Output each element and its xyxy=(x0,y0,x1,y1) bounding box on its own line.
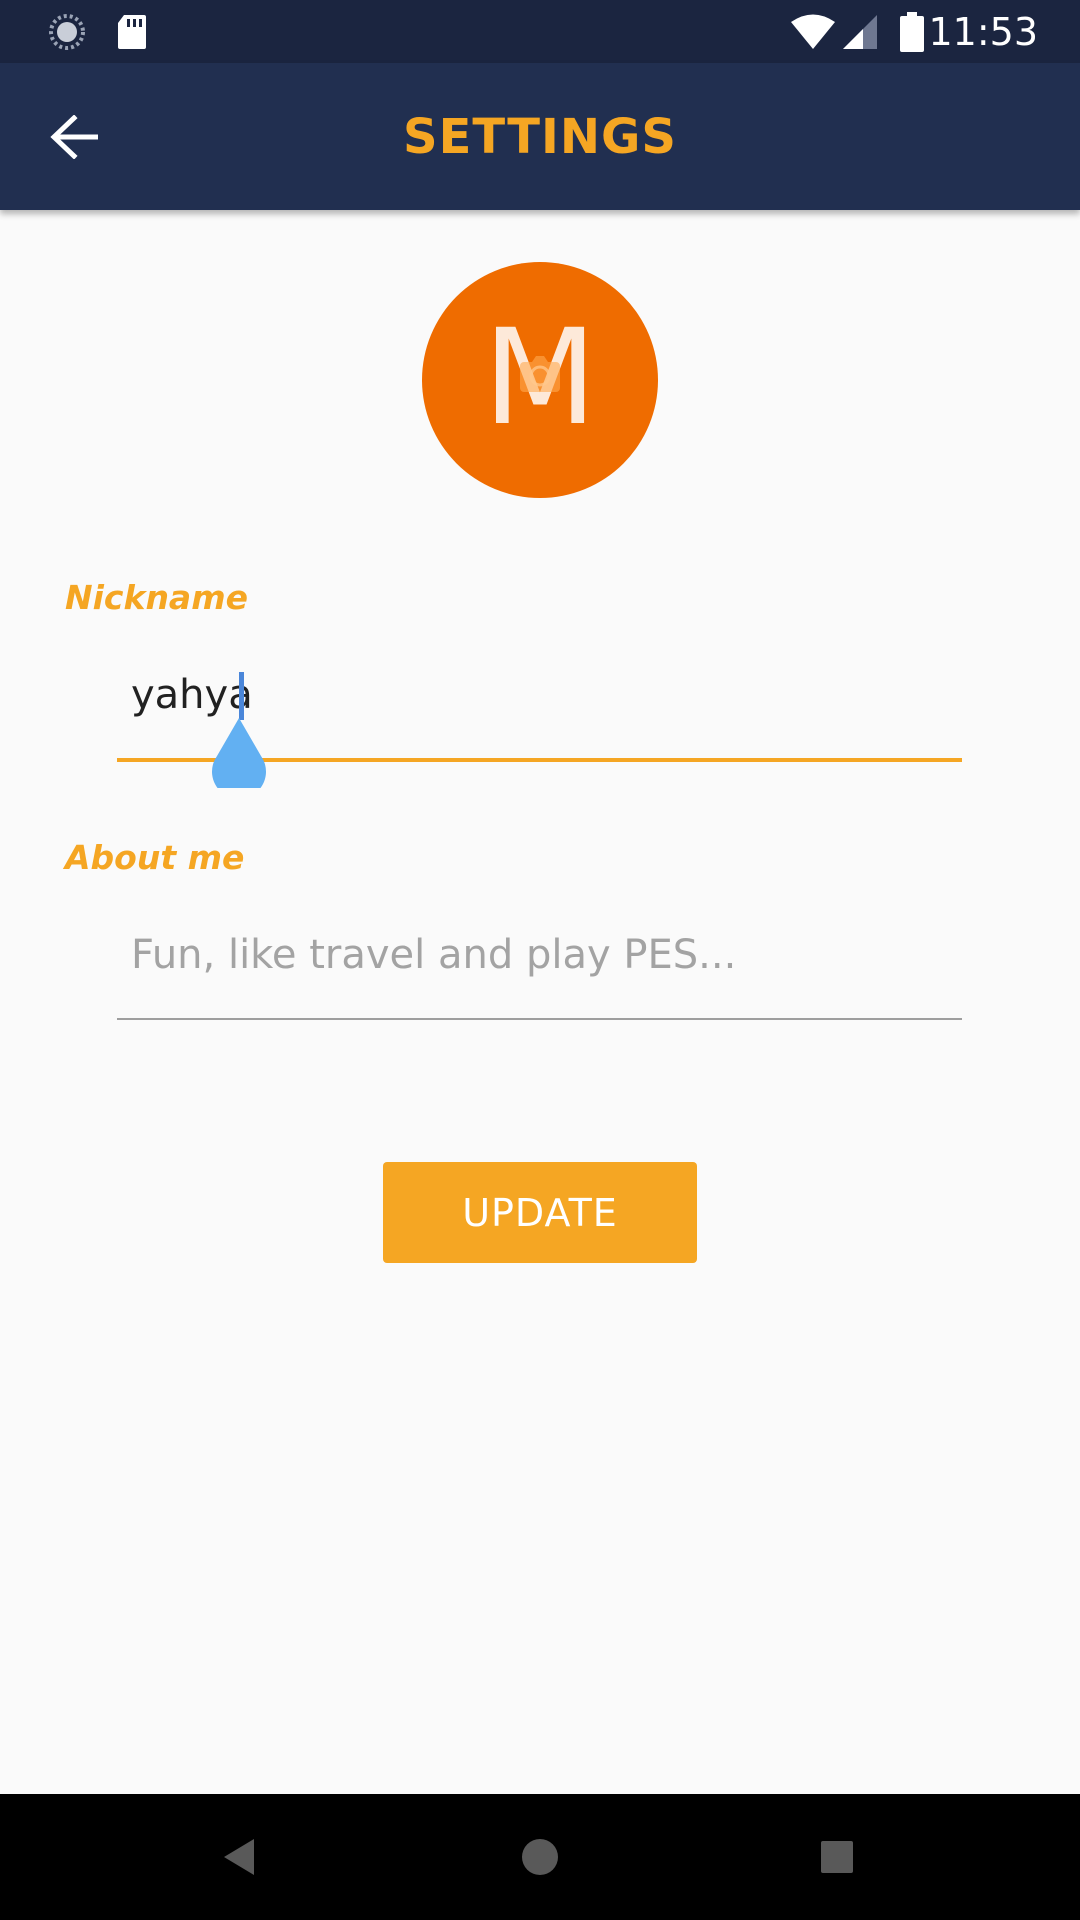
home-circle-icon xyxy=(522,1839,558,1875)
status-time: 11:53 xyxy=(928,9,1038,54)
update-button[interactable]: UPDATE xyxy=(383,1162,697,1263)
navigation-bar xyxy=(0,1794,1080,1920)
nav-recents-button[interactable] xyxy=(802,1822,872,1892)
nickname-label: Nickname xyxy=(65,578,248,617)
about-label: About me xyxy=(65,838,245,877)
page-title: SETTINGS xyxy=(403,108,677,165)
recents-square-icon xyxy=(821,1841,853,1873)
nickname-value: yahya xyxy=(131,672,253,718)
nav-back-button[interactable] xyxy=(205,1822,275,1892)
wifi-icon xyxy=(790,0,836,63)
avatar[interactable]: M xyxy=(422,262,658,498)
battery-icon xyxy=(900,0,924,63)
sd-card-icon xyxy=(116,0,148,63)
back-triangle-icon xyxy=(224,1839,254,1875)
cell-signal-icon xyxy=(843,0,879,63)
sync-icon xyxy=(48,0,86,63)
nickname-input[interactable]: yahya xyxy=(117,660,962,788)
cursor-handle-icon[interactable] xyxy=(209,718,269,788)
app-bar: SETTINGS xyxy=(0,63,1080,210)
camera-icon xyxy=(520,356,560,392)
about-input[interactable]: Fun, like travel and play PES... xyxy=(117,920,962,1020)
text-caret xyxy=(239,672,244,720)
about-placeholder: Fun, like travel and play PES... xyxy=(131,932,737,978)
nav-home-button[interactable] xyxy=(505,1822,575,1892)
status-bar: 11:53 xyxy=(0,0,1080,63)
